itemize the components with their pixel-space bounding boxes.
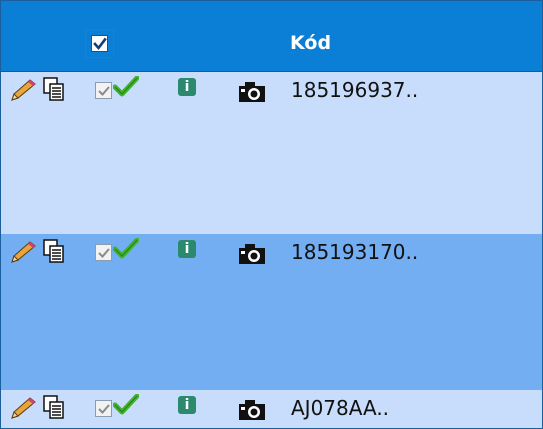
approve-checkmark-icon[interactable]: [112, 75, 140, 102]
table-row[interactable]: i 185196937..: [1, 72, 542, 234]
camera-icon[interactable]: [237, 80, 267, 108]
row-checkbox[interactable]: [95, 400, 112, 417]
edit-pencil-icon[interactable]: [8, 396, 40, 424]
select-all-checkbox[interactable]: [91, 35, 108, 52]
copy-icon[interactable]: [41, 76, 65, 106]
info-icon[interactable]: i: [178, 396, 196, 414]
row-code: 185196937..: [291, 78, 419, 102]
grid: Kód i 185196937.. i 185193170.. i AJ078A…: [0, 0, 543, 429]
approve-checkmark-icon[interactable]: [112, 393, 140, 420]
column-header-code[interactable]: Kód: [290, 32, 331, 54]
camera-icon[interactable]: [237, 398, 267, 426]
edit-pencil-icon[interactable]: [8, 240, 40, 268]
camera-icon[interactable]: [237, 242, 267, 270]
row-code: AJ078AA..: [291, 396, 390, 420]
table-row[interactable]: i 185193170..: [1, 234, 542, 390]
approve-checkmark-icon[interactable]: [112, 237, 140, 264]
copy-icon[interactable]: [41, 394, 65, 424]
edit-pencil-icon[interactable]: [8, 78, 40, 106]
checkmark-icon: [98, 404, 110, 414]
row-code: 185193170..: [291, 240, 419, 264]
copy-icon[interactable]: [41, 238, 65, 268]
checkmark-icon: [93, 37, 107, 51]
info-icon[interactable]: i: [178, 78, 196, 96]
table-row[interactable]: i AJ078AA..: [1, 390, 542, 428]
select-all-focus: [85, 29, 114, 58]
grid-header: Kód: [1, 1, 542, 72]
checkmark-icon: [98, 248, 110, 258]
checkmark-icon: [98, 86, 110, 96]
info-icon[interactable]: i: [178, 240, 196, 258]
row-checkbox[interactable]: [95, 244, 112, 261]
row-checkbox[interactable]: [95, 82, 112, 99]
